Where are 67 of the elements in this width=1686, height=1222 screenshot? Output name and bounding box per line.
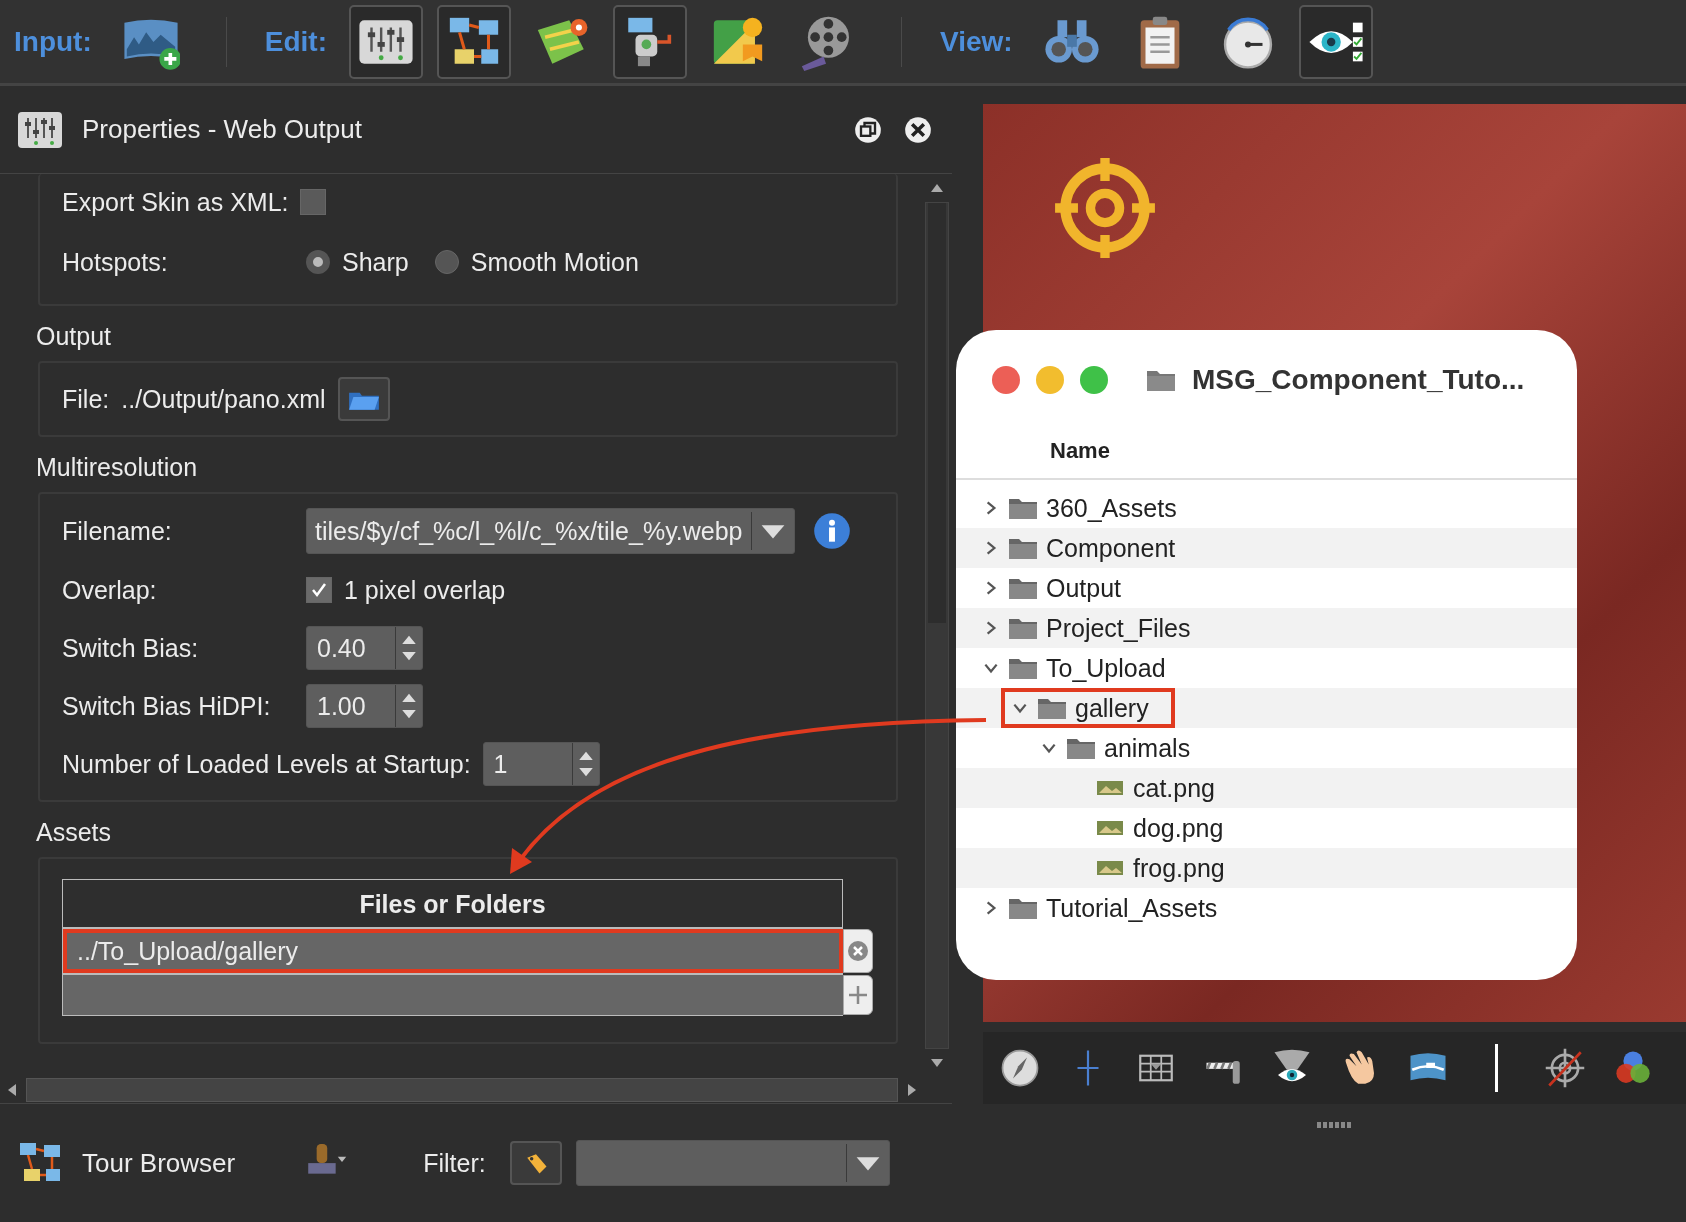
tree-item[interactable]: gallery (1001, 688, 1175, 728)
checkbox[interactable] (306, 577, 332, 603)
folder-icon (1008, 616, 1038, 640)
checkbox[interactable] (300, 189, 327, 215)
option-label: Sharp (342, 247, 409, 277)
window-title: MSG_Component_Tuto... (1192, 364, 1525, 396)
spin-box[interactable]: 0.40 (306, 626, 423, 670)
folder-icon (1008, 576, 1038, 600)
toolbar-button[interactable] (436, 4, 511, 79)
restore-icon[interactable] (854, 115, 882, 144)
target-off-icon[interactable] (1544, 1047, 1586, 1089)
remove-icon (846, 939, 870, 963)
spin-box[interactable]: 1.00 (306, 684, 423, 728)
column-header[interactable]: Name (956, 430, 1577, 480)
field-label: Overlap: (62, 575, 158, 605)
panel-title: Properties - Web Output (82, 114, 363, 145)
radio-button[interactable] (306, 250, 330, 274)
tree-item[interactable]: Tutorial_Assets (972, 888, 1228, 928)
checkbox-label: 1 pixel overlap (344, 575, 506, 605)
field-label: Switch Bias: (62, 633, 200, 663)
section-heading: Output (36, 321, 113, 352)
field-label: File: (62, 384, 110, 414)
tree-item[interactable]: 360_Assets (972, 488, 1187, 528)
tree-item[interactable]: Output (972, 568, 1132, 608)
folder-icon (1146, 368, 1176, 392)
field-label: Filename: (62, 516, 173, 546)
field-label: Export Skin as XML: (62, 187, 289, 217)
close-button[interactable] (992, 366, 1020, 394)
column-header: Files or Folders (63, 880, 843, 927)
file-path: ../Output/pano.xml (121, 384, 326, 414)
toolbar-button[interactable] (612, 4, 687, 79)
folder-icon (1008, 536, 1038, 560)
folder-icon (1008, 496, 1038, 520)
option-label: Smooth Motion (470, 247, 639, 277)
filename-combo[interactable]: tiles/$y/cf_%c/l_%l/c_%x/tile_%y.webp (306, 508, 795, 554)
toolbar-button[interactable] (1298, 4, 1373, 79)
toolbar-label: Input: (14, 25, 92, 58)
resize-grip[interactable] (1316, 1122, 1353, 1128)
add-button[interactable] (843, 975, 873, 1015)
table-cell[interactable]: ../To_Upload/gallery (63, 929, 843, 973)
toolbar-label: View: (939, 25, 1013, 58)
plus-icon (846, 983, 870, 1007)
section-heading: Multiresolution (36, 452, 199, 483)
tree-item[interactable]: animals (1030, 728, 1201, 768)
field-label: Number of Loaded Levels at Startup: (62, 749, 471, 779)
filter-label: Filter: (423, 1148, 486, 1178)
spin-box[interactable]: 1 (482, 742, 600, 786)
tree-item[interactable]: To_Upload (972, 648, 1176, 688)
panel-title: Tour Browser (82, 1147, 236, 1179)
tree-item[interactable]: dog.png (1059, 808, 1234, 848)
tag-button[interactable] (509, 1141, 562, 1185)
remove-button[interactable] (843, 929, 873, 973)
folder-icon (1008, 896, 1038, 920)
folder-icon (1066, 736, 1096, 760)
compass-icon[interactable] (999, 1047, 1041, 1089)
toolbar-button[interactable] (348, 4, 423, 79)
target-icon[interactable] (1053, 156, 1157, 260)
close-icon[interactable] (904, 115, 932, 144)
section-heading: Assets (36, 817, 113, 848)
field-label: Switch Bias HiDPI: (62, 691, 272, 721)
radio-button[interactable] (434, 250, 459, 274)
browse-button[interactable] (337, 377, 390, 421)
folder-icon (1037, 696, 1067, 720)
info-icon[interactable] (812, 512, 851, 550)
toolbar-label: Edit: (264, 25, 327, 58)
field-label: Hotspots: (62, 247, 169, 277)
folder-icon (1008, 656, 1038, 680)
